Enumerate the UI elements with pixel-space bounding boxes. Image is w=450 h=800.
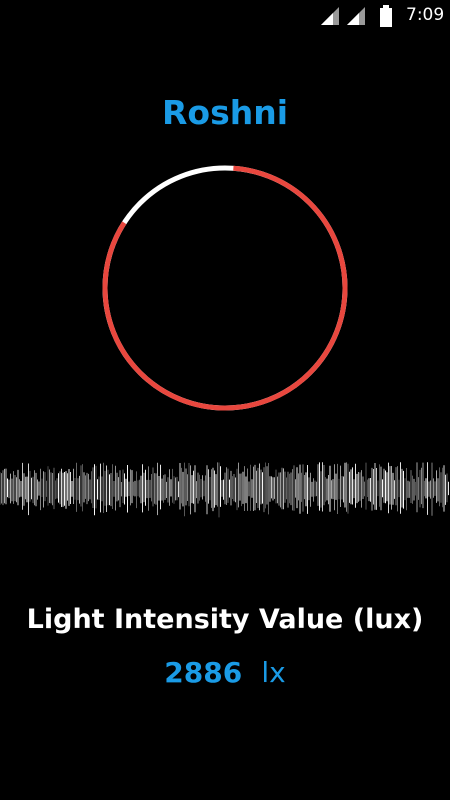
lux-unit: lx	[261, 656, 286, 689]
light-meter-ring	[102, 165, 348, 411]
signal-icon	[321, 7, 339, 25]
light-waveform	[0, 462, 449, 518]
status-bar: 7:09	[0, 0, 450, 32]
light-intensity-label: Light Intensity Value (lux)	[26, 604, 424, 635]
signal-icon	[347, 7, 365, 25]
light-reading: 2886 lx	[0, 656, 450, 689]
app-screen: 7:09 Roshni Light Intensity Value (lux) …	[0, 0, 450, 800]
battery-icon	[380, 5, 392, 27]
status-time: 7:09	[406, 5, 445, 25]
app-title: Roshni	[161, 93, 289, 132]
lux-value: 2886	[164, 656, 243, 689]
